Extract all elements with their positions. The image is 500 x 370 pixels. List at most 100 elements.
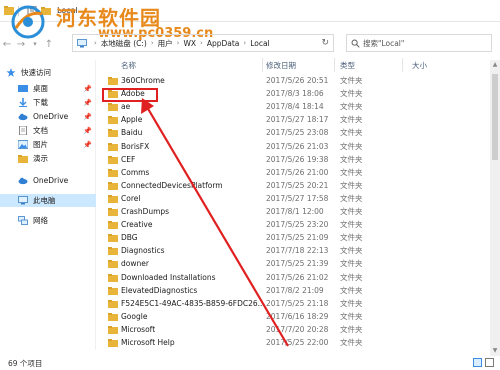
- file-modified-date: 2017/8/3 18:06: [266, 89, 324, 99]
- column-header-size[interactable]: 大小: [412, 58, 472, 72]
- sidebar-item-label: 桌面: [33, 84, 48, 93]
- file-row[interactable]: BorisFX 2017/5/26 21:03 文件夹: [104, 140, 488, 153]
- vertical-scrollbar[interactable]: ▲ ▼: [490, 60, 500, 356]
- column-header-label: 类型: [340, 60, 355, 70]
- pin-icon[interactable]: 📌: [83, 85, 92, 93]
- file-modified-date: 2017/5/26 19:38: [266, 154, 329, 164]
- folder-icon: [108, 312, 118, 321]
- scroll-up-icon[interactable]: ▲: [490, 60, 500, 70]
- breadcrumb-wx[interactable]: WX: [183, 39, 196, 48]
- file-row[interactable]: Apple 2017/5/27 18:17 文件夹: [104, 113, 488, 126]
- column-divider[interactable]: [334, 58, 335, 72]
- sidebar-item-desktop[interactable]: 桌面 📌: [0, 82, 96, 95]
- column-header-type[interactable]: 类型: [340, 58, 400, 72]
- file-row[interactable]: Microsoft 2017/7/20 20:28 文件夹: [104, 323, 488, 336]
- sidebar-item-documents[interactable]: 文档 📌: [0, 124, 96, 137]
- folder-icon: [108, 208, 118, 216]
- file-type: 文件夹: [340, 246, 363, 256]
- file-name: CEF: [121, 154, 136, 164]
- up-arrow-icon[interactable]: ↑: [42, 37, 56, 51]
- refresh-icon[interactable]: ↻: [321, 38, 329, 48]
- search-placeholder: 搜索"Local": [363, 38, 405, 48]
- file-modified-date: 2017/8/2 21:09: [266, 285, 324, 295]
- column-divider[interactable]: [262, 58, 263, 72]
- file-type: 文件夹: [340, 102, 363, 112]
- file-row[interactable]: CEF 2017/5/26 19:38 文件夹: [104, 153, 488, 166]
- sidebar-item-this-pc[interactable]: 此电脑: [0, 194, 96, 207]
- sidebar-item-downloads[interactable]: 下载 📌: [0, 96, 96, 109]
- large-icons-view-icon[interactable]: [485, 358, 494, 367]
- item-count: 69 个项目: [8, 358, 43, 368]
- file-type: 文件夹: [340, 233, 363, 243]
- view-switcher: [473, 358, 494, 367]
- file-row[interactable]: ElevatedDiagnostics 2017/8/2 21:09 文件夹: [104, 284, 488, 297]
- file-row[interactable]: 360Chrome 2017/5/26 20:51 文件夹: [104, 74, 488, 87]
- scroll-thumb[interactable]: [492, 74, 498, 160]
- navigation-pane: 快速访问 桌面 📌 下载 📌 OneDrive 📌 文档 📌 图片 📌 演示 O…: [0, 60, 96, 350]
- column-header-name[interactable]: 名称: [121, 58, 261, 72]
- column-header-date[interactable]: 修改日期: [266, 58, 336, 72]
- address-field[interactable]: › 本地磁盘 (C:) › 用户 › WX › AppData › Local …: [72, 34, 334, 52]
- file-type: 文件夹: [340, 89, 363, 99]
- status-bar: 69 个项目: [0, 356, 500, 370]
- file-type: 文件夹: [340, 154, 363, 164]
- file-row[interactable]: Baidu 2017/5/25 23:08 文件夹: [104, 126, 488, 139]
- file-row[interactable]: downer 2017/5/25 21:39 文件夹: [104, 257, 488, 270]
- sidebar-item-onedrive[interactable]: OneDrive: [0, 174, 96, 187]
- desktop-icon: [18, 85, 28, 92]
- file-name: ElevatedDiagnostics: [121, 285, 198, 295]
- file-row[interactable]: ae 2017/8/4 18:14 文件夹: [104, 100, 488, 113]
- file-name: Baidu: [121, 128, 143, 138]
- file-name: 360Chrome: [121, 76, 165, 85]
- file-modified-date: 2017/5/27 17:58: [266, 193, 329, 203]
- sidebar-item-pictures[interactable]: 图片 📌: [0, 138, 96, 151]
- chevron-right-icon: ›: [243, 39, 247, 47]
- sidebar-item-network[interactable]: 网络: [0, 214, 96, 227]
- file-row[interactable]: Google 2017/6/16 18:29 文件夹: [104, 310, 488, 323]
- file-modified-date: 2017/8/4 18:14: [266, 102, 324, 112]
- breadcrumb-users[interactable]: 用户: [158, 38, 173, 49]
- folder-icon: [108, 273, 118, 282]
- sidebar-item-label: 快速访问: [21, 68, 51, 77]
- file-row[interactable]: ConnectedDevicesPlatform 2017/5/25 20:21 文…: [104, 179, 488, 192]
- file-row[interactable]: F524E5C1-49AC-4835-B859-6FDC26... 2017/5/…: [104, 297, 488, 310]
- folder-icon: [108, 260, 118, 269]
- sidebar-item-demo[interactable]: 演示: [0, 152, 96, 165]
- breadcrumb-appdata[interactable]: AppData: [207, 39, 240, 48]
- file-modified-date: 2017/5/25 22:00: [266, 338, 329, 347]
- file-name: BorisFX: [121, 141, 150, 151]
- file-row[interactable]: Adobe 2017/8/3 18:06 文件夹: [104, 87, 488, 100]
- sidebar-item-quick-access[interactable]: 快速访问: [0, 66, 96, 79]
- sidebar-item-onedrive-pinned[interactable]: OneDrive 📌: [0, 110, 96, 123]
- file-row[interactable]: Microsoft Help 2017/5/25 22:00 文件夹: [104, 336, 488, 349]
- pin-icon[interactable]: 📌: [83, 99, 92, 107]
- file-name: DBG: [121, 233, 138, 243]
- file-type: 文件夹: [340, 272, 363, 282]
- sidebar-item-label: 此电脑: [33, 196, 56, 205]
- file-row[interactable]: Corel 2017/5/27 17:58 文件夹: [104, 192, 488, 205]
- folder-icon: [108, 155, 118, 164]
- details-view-icon[interactable]: [473, 358, 482, 367]
- file-row[interactable]: Comms 2017/5/26 21:00 文件夹: [104, 166, 488, 179]
- back-arrow-icon[interactable]: ←: [0, 37, 14, 51]
- pin-icon[interactable]: 📌: [83, 113, 92, 121]
- pin-icon[interactable]: 📌: [83, 141, 92, 149]
- recent-dropdown-icon[interactable]: ▾: [28, 37, 42, 51]
- file-row[interactable]: DBG 2017/5/25 21:09 文件夹: [104, 231, 488, 244]
- scroll-down-icon[interactable]: ▼: [490, 346, 500, 356]
- file-row[interactable]: Downloaded Installations 2017/5/26 21:02 文…: [104, 271, 488, 284]
- forward-arrow-icon[interactable]: →: [14, 37, 28, 51]
- folder-icon: [18, 155, 28, 163]
- file-row[interactable]: CrashDumps 2017/8/1 12:00 文件夹: [104, 205, 488, 218]
- search-field[interactable]: 搜索"Local": [346, 34, 492, 52]
- file-modified-date: 2017/5/26 20:51: [266, 76, 329, 85]
- breadcrumb-local[interactable]: Local: [250, 39, 269, 48]
- sidebar-item-label: 演示: [33, 154, 48, 163]
- breadcrumb-drive[interactable]: 本地磁盘 (C:): [101, 38, 147, 49]
- document-icon: [19, 126, 27, 135]
- address-bar-row: ← → ▾ ↑ › 本地磁盘 (C:) › 用户 › WX › AppData …: [0, 34, 500, 54]
- pin-icon[interactable]: 📌: [83, 127, 92, 135]
- file-row[interactable]: Diagnostics 2017/7/18 22:13 文件夹: [104, 244, 488, 257]
- column-divider[interactable]: [402, 58, 403, 72]
- file-row[interactable]: Creative 2017/5/25 23:20 文件夹: [104, 218, 488, 231]
